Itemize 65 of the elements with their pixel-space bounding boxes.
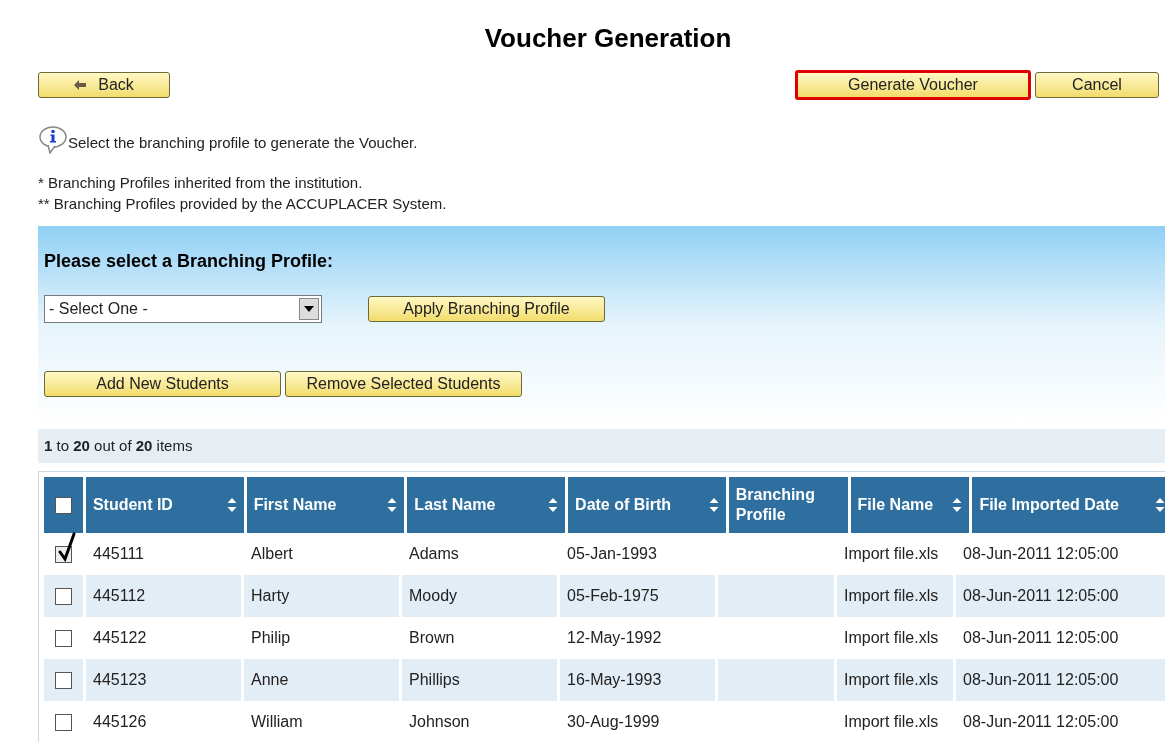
sort-icon[interactable] — [226, 497, 237, 513]
table-cell-text: Import file.xls — [844, 544, 939, 564]
table-cell-text: Harty — [251, 586, 290, 606]
checkbox[interactable] — [55, 587, 72, 605]
table-cell-text: Brown — [409, 628, 455, 648]
checkbox[interactable] — [54, 496, 72, 514]
item-count: 1 to 20 out of 20 items — [44, 435, 193, 456]
table-cell-text: 08-Jun-2011 12:05:00 — [963, 586, 1119, 606]
checkbox[interactable] — [55, 713, 72, 731]
table-cell-text: Phillips — [409, 670, 460, 690]
checkmark-icon — [58, 531, 76, 562]
panel-button[interactable]: Remove Selected Students — [285, 371, 522, 397]
checkbox[interactable] — [55, 629, 72, 647]
table-cell-text: 445112 — [93, 586, 146, 606]
sort-icon[interactable] — [1155, 497, 1165, 513]
info-icon — [38, 126, 68, 154]
table-cell-text: Anne — [251, 670, 289, 690]
action-button[interactable]: Cancel — [1035, 72, 1159, 98]
table-cell-text: Moody — [409, 586, 458, 606]
panel-heading: Please select a Branching Profile: — [44, 250, 335, 273]
table-cell-text: 445122 — [93, 628, 147, 648]
checkbox[interactable] — [55, 671, 72, 689]
sort-icon[interactable] — [548, 497, 559, 513]
table-cell-text: Import file.xls — [844, 712, 939, 732]
column-header: Branching Profile — [728, 477, 848, 533]
table-cell-text: 16-May-1993 — [567, 670, 662, 690]
column-header[interactable]: File Imported Date — [972, 477, 1165, 533]
action-button[interactable]: Generate Voucher — [795, 70, 1031, 100]
table-cell-text: 08-Jun-2011 12:05:00 — [963, 544, 1119, 564]
back-button[interactable]: Back — [38, 72, 170, 98]
sort-icon[interactable] — [387, 497, 398, 513]
column-header[interactable]: First Name — [246, 477, 405, 533]
sort-icon[interactable] — [708, 497, 719, 513]
table-cell-text: William — [251, 712, 303, 732]
panel-button[interactable]: Add New Students — [44, 371, 281, 397]
table-cell-text: Import file.xls — [844, 586, 939, 606]
table-cell-text: 445111 — [93, 544, 144, 564]
page-title: Voucher Generation — [483, 22, 733, 55]
table-cell-text: Johnson — [409, 712, 470, 732]
table-cell-text: 445126 — [93, 712, 147, 732]
apply-button[interactable]: Apply Branching Profile — [368, 296, 605, 322]
table-cell-text: 08-Jun-2011 12:05:00 — [963, 670, 1119, 690]
table-cell-text: 05-Feb-1975 — [567, 586, 659, 606]
footnote: * Branching Profiles inherited from the institution. — [38, 173, 364, 193]
table-cell-text: 08-Jun-2011 12:05:00 — [963, 628, 1119, 648]
table-cell-text: Adams — [409, 544, 459, 564]
info-message: Select the branching profile to generate the Voucher. — [68, 132, 418, 153]
sort-icon[interactable] — [952, 497, 963, 513]
footnote: ** Branching Profiles provided by the ACCUPLACER System. — [38, 194, 448, 214]
arrow-left-icon — [74, 80, 87, 90]
table-cell-text: Import file.xls — [844, 670, 939, 690]
table-cell-text: 08-Jun-2011 12:05:00 — [963, 712, 1119, 732]
column-header[interactable]: File Name — [850, 477, 970, 533]
table-cell-text: 445123 — [93, 670, 147, 690]
column-header[interactable]: Student ID — [85, 477, 244, 533]
table-cell-text: 05-Jan-1993 — [567, 544, 657, 564]
table-cell-text: Albert — [251, 544, 293, 564]
table-cell-text: 12-May-1992 — [567, 628, 662, 648]
table-cell-text: Import file.xls — [844, 628, 939, 648]
table-cell-text: Philip — [251, 628, 291, 648]
table-cell-text: 30-Aug-1999 — [567, 712, 660, 732]
profile-select[interactable]: - Select One - — [44, 295, 322, 323]
dropdown-icon — [304, 306, 314, 312]
column-header[interactable]: Last Name — [407, 477, 566, 533]
column-header[interactable]: Date of Birth — [568, 477, 726, 533]
